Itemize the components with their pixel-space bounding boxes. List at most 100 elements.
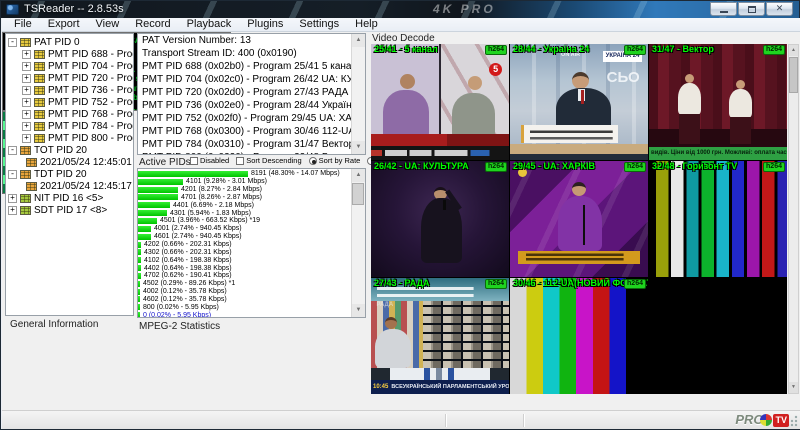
scroll-up-icon[interactable]: ▲: [352, 34, 366, 47]
pid-row[interactable]: 800 (0.02% - 5.95 Kbps): [138, 303, 365, 311]
table-icon: [26, 158, 37, 167]
menu-item-settings[interactable]: Settings: [291, 18, 347, 31]
tree-expander-icon[interactable]: -: [8, 38, 17, 47]
tree-expander-icon[interactable]: +: [22, 122, 31, 131]
tree-item-pmt[interactable]: +PMT PID 784 - Progr. 47: [6, 120, 133, 132]
video-cell-ua-kultura[interactable]: 26/42 - UA: КУЛЬТУРА h264: [371, 161, 509, 277]
pid-rate-bar: [138, 249, 141, 255]
video-cell-5kanal[interactable]: 5 25/41 - 5 канал h264: [371, 44, 509, 160]
tree-item-pmt[interactable]: +PMT PID 800 - Progr. 48: [6, 132, 133, 144]
pid-rate-bar: [138, 187, 178, 193]
video-cell-112ua[interactable]: 30/46 - 112-UA(НОВИЙ ФОРМАТ h264: [510, 278, 648, 394]
pid-row[interactable]: 4102 (0.64% - 198.38 Kbps): [138, 256, 365, 264]
scroll-up-icon[interactable]: ▲: [789, 45, 798, 56]
table-icon: [34, 62, 45, 71]
title-bar[interactable]: 4K PRO TSReader -- 2.8.53s ✕: [1, 1, 799, 18]
person-figure: [572, 182, 586, 196]
tree-expander-icon[interactable]: +: [22, 74, 31, 83]
tree-item-pmt[interactable]: +PMT PID 768 - Progr. 46: [6, 108, 133, 120]
tree-expander-icon[interactable]: +: [22, 134, 31, 143]
pid-row[interactable]: 4302 (0.66% - 202.31 Kbps): [138, 248, 365, 256]
tree-expander-icon[interactable]: +: [22, 110, 31, 119]
tree-item-tdt-time[interactable]: 2021/05/24 12:45:17: [6, 180, 133, 192]
pat-info-line: Transport Stream ID: 400 (0x0190): [138, 47, 365, 60]
sort-by-rate-radio[interactable]: Sort by Rate: [309, 156, 361, 165]
pid-rate-bar: [138, 289, 140, 295]
pid-row[interactable]: 4002 (0.12% - 35.78 Kbps): [138, 288, 365, 296]
pat-info-scrollbar[interactable]: ▲ ▼: [351, 34, 365, 154]
menu-item-export[interactable]: Export: [40, 18, 88, 31]
tree-expander-icon[interactable]: +: [22, 86, 31, 95]
minimize-button[interactable]: [710, 2, 737, 16]
video-cell-ua-kharkiv[interactable]: 29/45 - UA: ХАРКІВ h264: [510, 161, 648, 277]
pid-row[interactable]: 4401 (6.69% - 2.18 Mbps): [138, 201, 365, 209]
pid-row[interactable]: 4501 (3.96% - 663.52 Kbps) *19: [138, 217, 365, 225]
tree-expander-icon[interactable]: +: [22, 50, 31, 59]
menu-item-view[interactable]: View: [88, 18, 128, 31]
mpeg2-stats-label: MPEG-2 Statistics: [139, 321, 220, 332]
active-pids-list: 8191 (48.30% - 14.07 Mbps) 4101 (9.28% -…: [137, 168, 366, 318]
video-cell-gorizont-tv[interactable]: 32/48 - Горизонт TV h264: [649, 161, 787, 277]
scroll-down-icon[interactable]: ▼: [352, 141, 366, 154]
sort-descending-checkbox[interactable]: Sort Descending: [236, 156, 301, 165]
tree-item-tdt[interactable]: -TDT PID 20: [6, 168, 133, 180]
video-cell-rada[interactable]: РАДА 10:45 ВСЕУКРАЇНСЬКИЙ ПАРЛАМЕНТСЬКИЙ…: [371, 278, 509, 394]
tree-item-pmt[interactable]: +PMT PID 688 - Progr. 41: [6, 48, 133, 60]
tree-item-sdt[interactable]: +SDT PID 17 <8>: [6, 204, 133, 216]
video-scrollbar[interactable]: ▲ ▼: [788, 44, 799, 394]
video-cell-empty: [649, 278, 787, 394]
pid-row[interactable]: 4101 (9.28% - 3.01 Mbps): [138, 178, 365, 186]
tree-expander-icon[interactable]: -: [8, 170, 17, 179]
menu-item-file[interactable]: File: [6, 18, 40, 31]
pid-row[interactable]: 4001 (2.74% - 940.45 Kbps): [138, 225, 365, 233]
pid-row[interactable]: 0 (0.02% - 5.95 Kbps): [138, 311, 365, 318]
pat-info-line: PMT PID 704 (0x02c0) - Program 26/42 UA:…: [138, 73, 365, 86]
tree-expander-icon[interactable]: +: [8, 206, 17, 215]
pid-row[interactable]: 4701 (8.26% - 2.87 Mbps): [138, 194, 365, 202]
scroll-down-icon[interactable]: ▼: [789, 382, 798, 393]
person-figure: [400, 74, 415, 89]
tree-item-tot-time[interactable]: 2021/05/24 12:45:01: [6, 156, 133, 168]
table-icon: [34, 98, 45, 107]
video-cell-vektor[interactable]: видів. Ціни від 1000 грн. Можливі: оплат…: [649, 44, 787, 160]
pid-row[interactable]: 4601 (2.74% - 940.45 Kbps): [138, 233, 365, 241]
video-cell-ukraina24[interactable]: СЬО ON AIR УКРАЇНА 24 28/44 - Україна 24…: [510, 44, 648, 160]
scroll-down-icon[interactable]: ▼: [352, 304, 366, 317]
menu-item-help[interactable]: Help: [347, 18, 386, 31]
pid-row[interactable]: 4502 (0.29% - 89.26 Kbps) *1: [138, 280, 365, 288]
pid-row[interactable]: 4202 (0.66% - 202.31 Kbps): [138, 241, 365, 249]
pid-row[interactable]: 4602 (0.12% - 35.78 Kbps): [138, 296, 365, 304]
tree-item-tot[interactable]: -TOT PID 20: [6, 144, 133, 156]
tree-expander-icon[interactable]: -: [8, 146, 17, 155]
status-separator: [523, 414, 525, 427]
menu-item-plugins[interactable]: Plugins: [239, 18, 291, 31]
table-icon: [20, 146, 31, 155]
tree-item-pat[interactable]: -PAT PID 0: [6, 36, 133, 48]
scene-decoration: [510, 144, 648, 160]
scrollbar-thumb[interactable]: [789, 57, 798, 93]
close-button[interactable]: ✕: [766, 2, 793, 16]
tree-expander-icon[interactable]: +: [22, 98, 31, 107]
pid-row[interactable]: 8191 (48.30% - 14.07 Mbps): [138, 170, 365, 178]
tree-item-pmt[interactable]: +PMT PID 736 - Progr. 44: [6, 84, 133, 96]
tree-expander-icon[interactable]: +: [8, 194, 17, 203]
codec-badge: h264: [624, 45, 646, 55]
tree-item-pmt[interactable]: +PMT PID 752 - Progr. 45: [6, 96, 133, 108]
codec-badge: h264: [485, 45, 507, 55]
tree-item-pmt[interactable]: +PMT PID 720 - Progr. 43: [6, 72, 133, 84]
pid-row[interactable]: 4702 (0.62% - 190.41 Kbps): [138, 272, 365, 280]
tree-item-pmt[interactable]: +PMT PID 704 - Progr. 42: [6, 60, 133, 72]
tree-item-nit[interactable]: +NIT PID 16 <5>: [6, 192, 133, 204]
tree-expander-icon[interactable]: +: [22, 62, 31, 71]
scrollbar-thumb[interactable]: [352, 183, 364, 205]
disabled-checkbox[interactable]: Disabled: [190, 156, 229, 165]
menu-item-playback[interactable]: Playback: [179, 18, 240, 31]
menu-item-record[interactable]: Record: [127, 18, 178, 31]
scroll-up-icon[interactable]: ▲: [352, 169, 366, 182]
pid-row[interactable]: 4201 (8.27% - 2.84 Mbps): [138, 186, 365, 194]
person-figure: [730, 117, 751, 144]
pid-row[interactable]: 4402 (0.64% - 198.38 Kbps): [138, 264, 365, 272]
pid-row[interactable]: 4301 (5.94% - 1.83 Mbps): [138, 209, 365, 217]
maximize-button[interactable]: [738, 2, 765, 16]
studio-backdrop-text: СЬО: [607, 70, 640, 86]
